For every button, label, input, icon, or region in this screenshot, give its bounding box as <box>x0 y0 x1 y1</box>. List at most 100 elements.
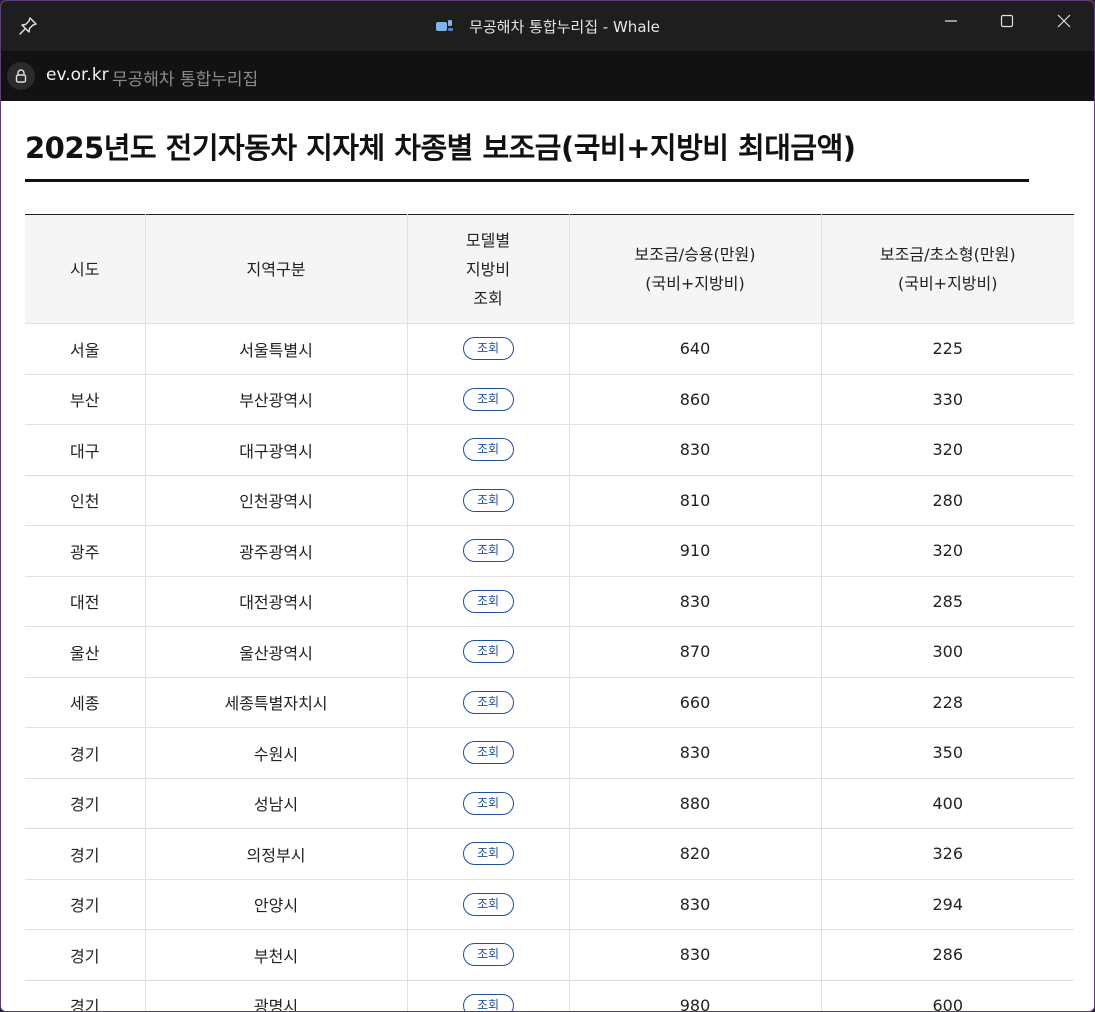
whale-tab-icon <box>435 18 455 34</box>
cell-sido: 세종 <box>25 677 145 728</box>
view-button[interactable]: 조회 <box>462 337 514 361</box>
cell-small-subsidy: 326 <box>820 828 1074 880</box>
table-row: 경기 광명시 조회 980 600 <box>25 980 1074 1011</box>
cell-sido: 대구 <box>25 424 145 476</box>
cell-region: 대구광역시 <box>144 424 407 476</box>
table-row: 서울 서울특별시 조회 640 225 <box>25 323 1074 375</box>
cell-small-subsidy: 400 <box>820 778 1074 829</box>
table-body: 서울 서울특별시 조회 640 225 부산 부산광역시 조회 860 330 대구 대구광역시 조회 8… <box>25 323 1074 1011</box>
table-row: 경기 부천시 조회 830 286 <box>25 929 1074 981</box>
subsidy-table: 시도 지역구분 모델별 지방비 조회 보조금/승용(만원) (국비+지방비) 보… <box>25 214 1074 1011</box>
header-small-subsidy: 보조금/초소형(만원) (국비+지방비) <box>820 214 1074 324</box>
view-button[interactable]: 조회 <box>462 842 514 866</box>
cell-small-subsidy: 320 <box>820 424 1074 476</box>
cell-small-subsidy: 225 <box>820 323 1074 375</box>
lock-icon[interactable] <box>7 62 35 90</box>
cell-model-view: 조회 <box>406 929 569 981</box>
cell-sido: 서울 <box>25 323 145 375</box>
cell-region: 의정부시 <box>144 828 407 880</box>
table-row: 대구 대구광역시 조회 830 320 <box>25 424 1074 476</box>
cell-model-view: 조회 <box>406 677 569 728</box>
table-row: 광주 광주광역시 조회 910 320 <box>25 525 1074 577</box>
browser-window: 무공해차 통합누리집 - Whale ev.or.kr 무공해차 통합누리집 2… <box>0 0 1095 1012</box>
cell-model-view: 조회 <box>406 525 569 577</box>
table-row: 인천 인천광역시 조회 810 280 <box>25 475 1074 526</box>
header-car-line2: (국비+지방비) <box>645 274 745 293</box>
header-region-label: 지역구분 <box>246 259 306 279</box>
page-content: 2025년도 전기자동차 지자체 차종별 보조금(국비+지방비 최대금액) 시도… <box>1 101 1094 1011</box>
header-small-line1: 보조금/초소형(만원) <box>879 245 1016 264</box>
view-button[interactable]: 조회 <box>462 640 514 664</box>
cell-small-subsidy: 294 <box>820 879 1074 930</box>
table-row: 세종 세종특별자치시 조회 660 228 <box>25 677 1074 728</box>
maximize-icon[interactable] <box>979 1 1035 41</box>
table-row: 경기 의정부시 조회 820 326 <box>25 828 1074 880</box>
cell-region: 광명시 <box>144 980 407 1011</box>
cell-sido: 인천 <box>25 475 145 526</box>
header-model-line2: 지방비 <box>465 259 511 279</box>
header-model-line3: 조회 <box>473 288 503 308</box>
header-car-subsidy: 보조금/승용(만원) (국비+지방비) <box>568 214 821 324</box>
table-row: 경기 안양시 조회 830 294 <box>25 879 1074 930</box>
cell-sido: 경기 <box>25 828 145 880</box>
cell-region: 광주광역시 <box>144 525 407 577</box>
cell-region: 대전광역시 <box>144 576 407 627</box>
address-bar[interactable]: ev.or.kr 무공해차 통합누리집 <box>1 51 1094 101</box>
cell-car-subsidy: 980 <box>568 980 821 1011</box>
header-region: 지역구분 <box>144 214 407 324</box>
cell-car-subsidy: 830 <box>568 879 821 930</box>
view-button[interactable]: 조회 <box>462 539 514 563</box>
view-button[interactable]: 조회 <box>462 993 514 1011</box>
cell-region: 부산광역시 <box>144 374 407 425</box>
cell-region: 안양시 <box>144 879 407 930</box>
cell-car-subsidy: 660 <box>568 677 821 728</box>
header-sido-label: 시도 <box>70 259 100 279</box>
table-header-row: 시도 지역구분 모델별 지방비 조회 보조금/승용(만원) (국비+지방비) 보… <box>25 214 1074 324</box>
cell-sido: 대전 <box>25 576 145 627</box>
view-button[interactable]: 조회 <box>462 892 514 916</box>
cell-car-subsidy: 880 <box>568 778 821 829</box>
cell-model-view: 조회 <box>406 475 569 526</box>
cell-car-subsidy: 870 <box>568 626 821 678</box>
cell-region: 세종특별자치시 <box>144 677 407 728</box>
view-button[interactable]: 조회 <box>462 741 514 765</box>
header-car-line1: 보조금/승용(만원) <box>634 245 756 264</box>
address-url[interactable]: ev.or.kr <box>46 65 109 85</box>
view-button[interactable]: 조회 <box>462 438 514 462</box>
cell-small-subsidy: 600 <box>820 980 1074 1011</box>
cell-region: 서울특별시 <box>144 323 407 375</box>
view-button[interactable]: 조회 <box>462 943 514 967</box>
cell-region: 인천광역시 <box>144 475 407 526</box>
cell-car-subsidy: 830 <box>568 929 821 981</box>
cell-small-subsidy: 330 <box>820 374 1074 425</box>
view-button[interactable]: 조회 <box>462 791 514 815</box>
cell-sido: 경기 <box>25 980 145 1011</box>
table-row: 경기 성남시 조회 880 400 <box>25 778 1074 829</box>
cell-car-subsidy: 830 <box>568 576 821 627</box>
minimize-icon[interactable] <box>923 1 979 41</box>
cell-small-subsidy: 350 <box>820 727 1074 779</box>
view-button[interactable]: 조회 <box>462 387 514 411</box>
header-small-line2: (국비+지방비) <box>898 274 998 293</box>
cell-region: 수원시 <box>144 727 407 779</box>
cell-sido: 부산 <box>25 374 145 425</box>
cell-small-subsidy: 228 <box>820 677 1074 728</box>
table-row: 경기 수원시 조회 830 350 <box>25 727 1074 779</box>
cell-sido: 울산 <box>25 626 145 678</box>
cell-sido: 경기 <box>25 727 145 779</box>
cell-sido: 경기 <box>25 879 145 930</box>
view-button[interactable]: 조회 <box>462 488 514 512</box>
close-icon[interactable] <box>1036 1 1092 41</box>
header-model-line1: 모델별 <box>465 230 511 250</box>
cell-car-subsidy: 640 <box>568 323 821 375</box>
cell-model-view: 조회 <box>406 576 569 627</box>
cell-small-subsidy: 280 <box>820 475 1074 526</box>
cell-sido: 경기 <box>25 929 145 981</box>
cell-car-subsidy: 810 <box>568 475 821 526</box>
cell-model-view: 조회 <box>406 879 569 930</box>
cell-small-subsidy: 300 <box>820 626 1074 678</box>
cell-sido: 광주 <box>25 525 145 577</box>
cell-small-subsidy: 285 <box>820 576 1074 627</box>
view-button[interactable]: 조회 <box>462 690 514 714</box>
view-button[interactable]: 조회 <box>462 589 514 613</box>
